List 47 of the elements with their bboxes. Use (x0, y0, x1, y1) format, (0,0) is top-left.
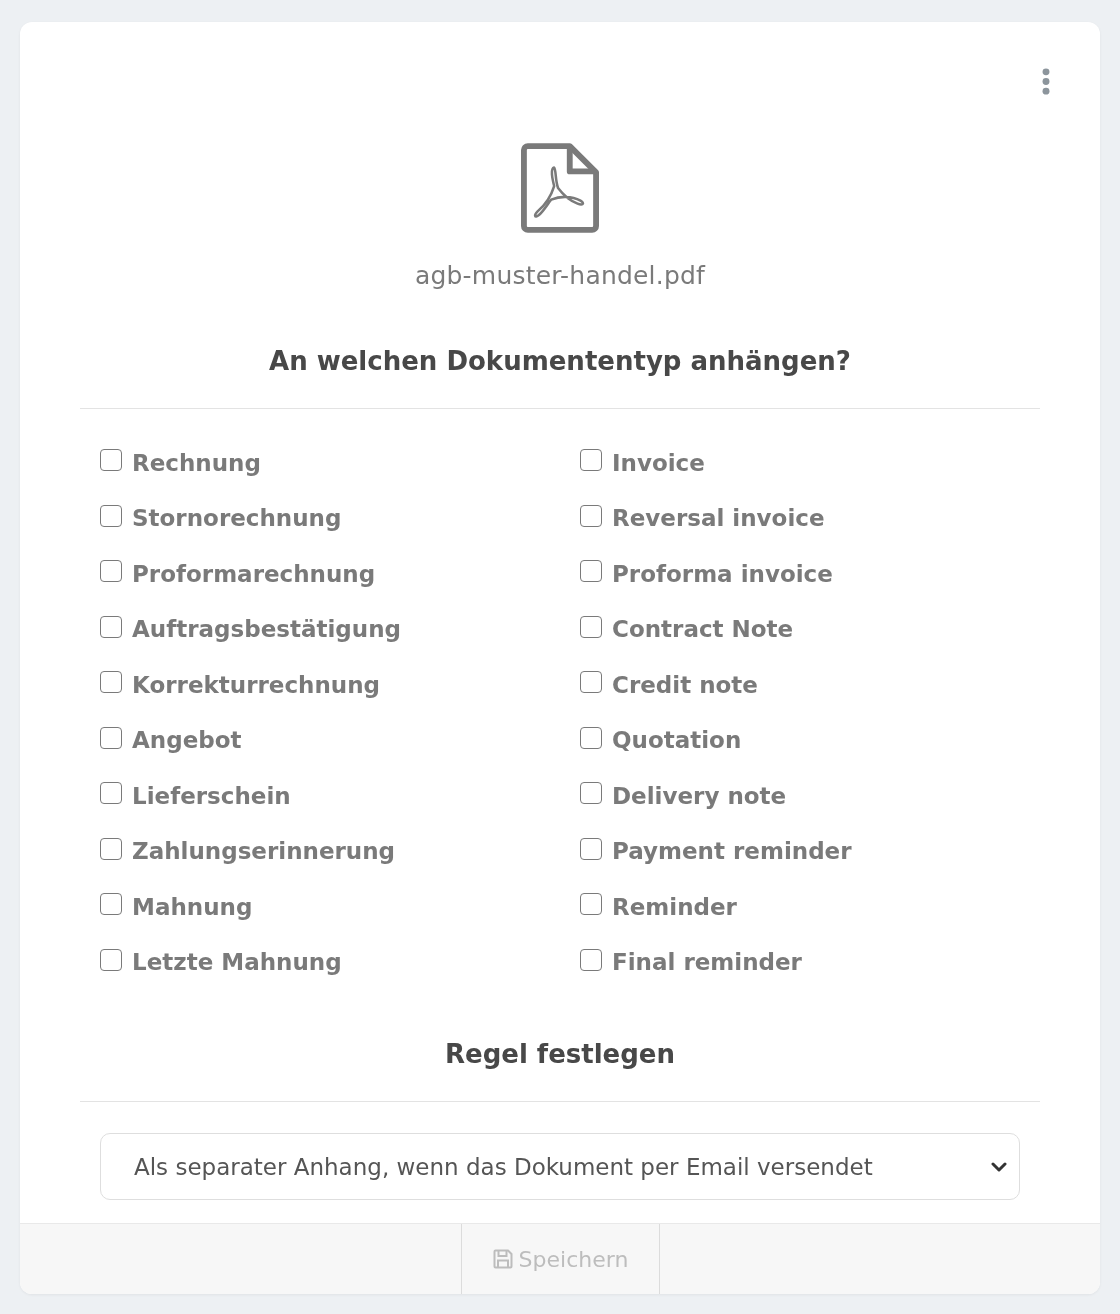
checkbox[interactable] (100, 726, 122, 749)
checkbox-label[interactable]: Zahlungserinnerung (132, 838, 396, 865)
checkbox-label[interactable]: Reminder (612, 893, 737, 920)
checkbox-label[interactable]: Payment reminder (612, 838, 852, 865)
checkbox[interactable] (100, 948, 122, 971)
checkbox[interactable] (580, 671, 602, 694)
checkbox-label[interactable]: Proformarechnung (132, 560, 376, 587)
checkbox-label[interactable]: Angebot (132, 727, 242, 754)
checkbox[interactable] (100, 893, 122, 916)
checkbox[interactable] (100, 782, 122, 805)
checkbox-label[interactable]: Credit note (612, 671, 758, 698)
pdf-file-icon (521, 143, 599, 233)
more-options-icon[interactable] (1042, 68, 1050, 95)
checkbox-label[interactable]: Letzte Mahnung (132, 949, 342, 976)
rule-select[interactable]: Als separater Anhang, wenn das Dokument per Email versendet (100, 1133, 1020, 1200)
checkbox[interactable] (100, 615, 122, 638)
checkbox-label[interactable]: Reversal invoice (612, 505, 825, 532)
checkbox[interactable] (580, 893, 602, 916)
checkbox[interactable] (100, 504, 122, 527)
checkbox[interactable] (100, 671, 122, 694)
checkbox-label[interactable]: Rechnung (132, 449, 261, 476)
chevron-down-icon (991, 1161, 1007, 1172)
checkbox-label[interactable]: Proforma invoice (612, 560, 833, 587)
checkbox-label[interactable]: Final reminder (612, 949, 802, 976)
checkbox-label[interactable]: Mahnung (132, 893, 253, 920)
checkbox[interactable] (100, 837, 122, 860)
file-name: agb-muster-handel.pdf (414, 260, 706, 292)
checkbox[interactable] (580, 782, 602, 805)
checkbox-label[interactable]: Lieferschein (132, 782, 291, 809)
checkbox-label[interactable]: Invoice (612, 449, 705, 476)
checkbox[interactable] (580, 449, 602, 472)
checkbox[interactable] (580, 726, 602, 749)
checkbox[interactable] (580, 560, 602, 583)
section-heading: Regel festlegen (445, 1038, 675, 1071)
checkbox[interactable] (100, 449, 122, 472)
checkbox-label[interactable]: Korrekturrechnung (132, 671, 381, 698)
checkbox[interactable] (580, 615, 602, 638)
checkbox-label[interactable]: Stornorechnung (132, 505, 342, 532)
checkbox[interactable] (580, 504, 602, 527)
checkbox[interactable] (580, 837, 602, 860)
checkbox[interactable] (580, 948, 602, 971)
section-heading: An welchen Dokumententyp anhängen? (269, 345, 851, 378)
checkbox[interactable] (100, 560, 122, 583)
checkbox-label[interactable]: Contract Note (612, 616, 794, 643)
checkbox-label[interactable]: Quotation (612, 727, 742, 754)
checkbox-label[interactable]: Delivery note (612, 782, 787, 809)
checkbox-label[interactable]: Auftragsbestätigung (132, 616, 401, 643)
